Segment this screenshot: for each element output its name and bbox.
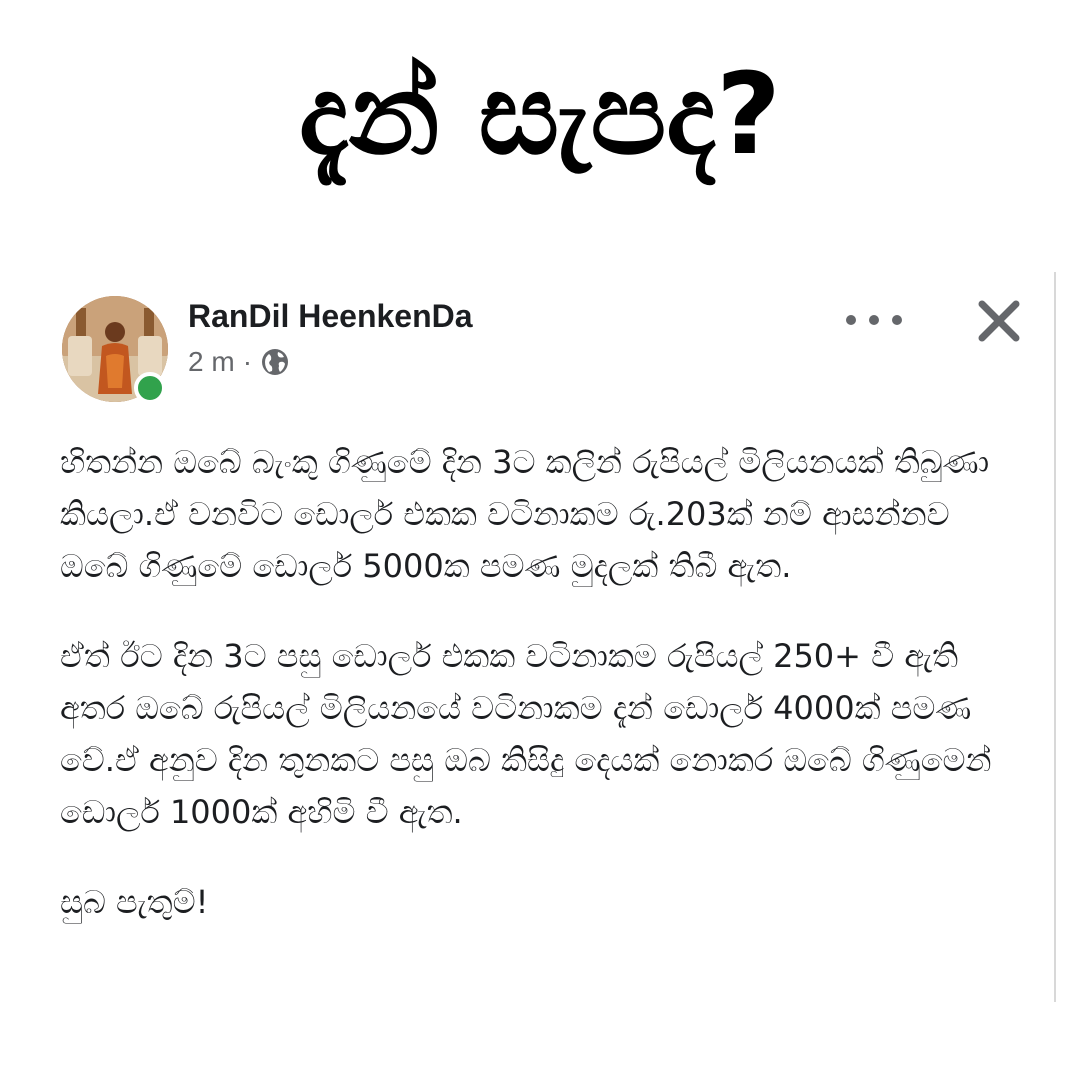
post-paragraph: හිතන්න ඔබේ බැංකු ගිණුමේ දින 3ට කලින් රුප… [60,443,990,585]
headline: දැන් සැපද? [299,50,781,180]
online-status-dot [134,372,166,404]
globe-icon[interactable] [260,347,290,377]
more-horizontal-icon [846,315,856,325]
post-body: හිතන්න ඔබේ බැංකු ගිණුමේ දින 3ට කලින් රුප… [60,436,1020,966]
post-paragraph: ඒත් ඊට දින 3ට පසු ඩොලර් එකක වටිනාකම රුපි… [60,637,992,831]
close-icon [978,300,1020,342]
post-timestamp[interactable]: 2 m [188,346,235,378]
more-options-button[interactable] [846,302,902,338]
meta-separator: · [242,346,253,377]
close-button[interactable] [972,294,1026,348]
author-name[interactable]: RanDil HeenkenDa [188,296,473,336]
facebook-post: RanDil HeenkenDa 2 m · හිතන්න ඔබේ බැංකු … [0,272,1056,1002]
post-meta: 2 m · [188,346,290,378]
post-paragraph: සුබ පැතුම්! [60,883,209,921]
